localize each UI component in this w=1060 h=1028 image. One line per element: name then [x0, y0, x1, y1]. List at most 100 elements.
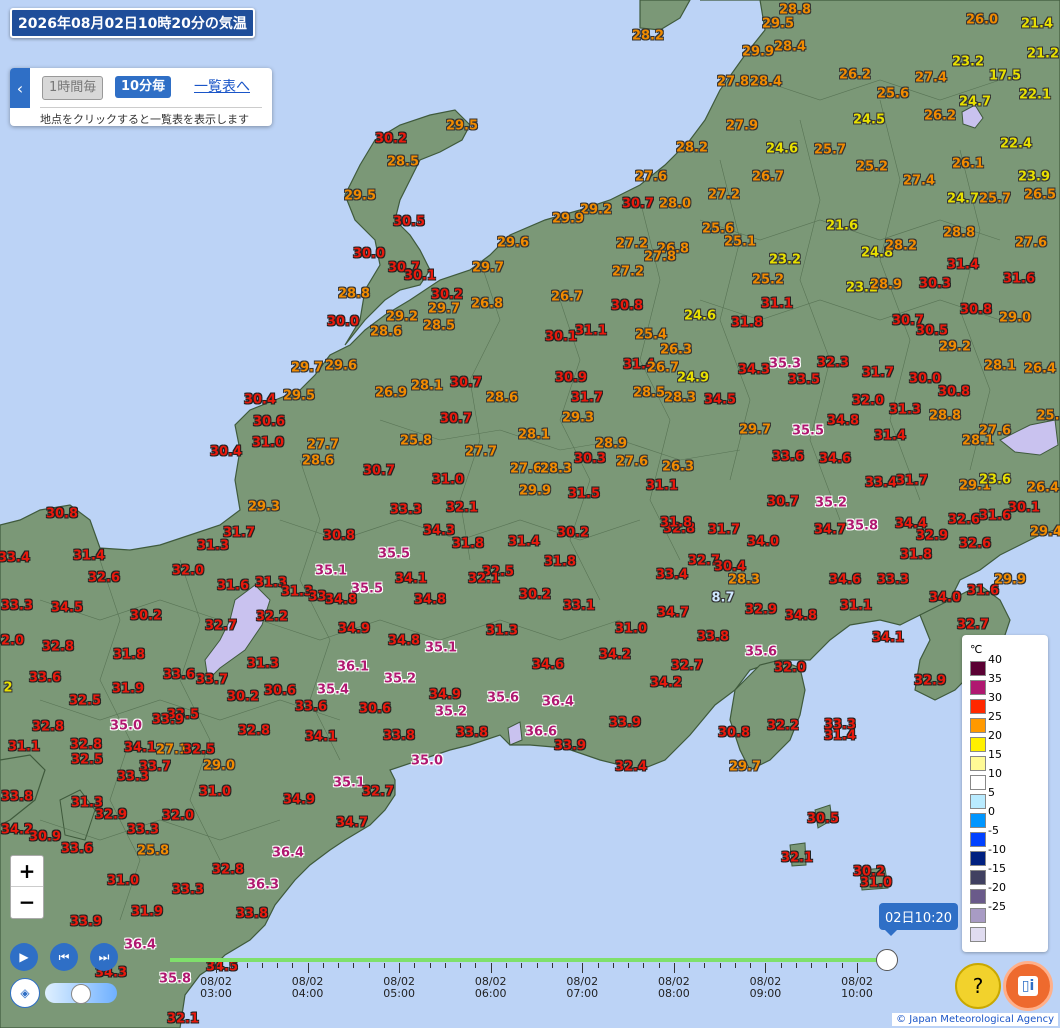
- station-temperature[interactable]: 26.7: [752, 170, 784, 185]
- station-temperature[interactable]: 34.8: [785, 609, 817, 624]
- station-temperature[interactable]: 28.6: [370, 325, 402, 340]
- compass-button[interactable]: ◈: [10, 978, 40, 1008]
- station-temperature[interactable]: 34.3: [423, 524, 455, 539]
- station-temperature[interactable]: 30.2: [130, 609, 162, 624]
- station-temperature[interactable]: 32.0: [172, 564, 204, 579]
- station-temperature[interactable]: 34.8: [388, 634, 420, 649]
- station-temperature[interactable]: 30.5: [916, 324, 948, 339]
- station-temperature[interactable]: 34.0: [929, 591, 961, 606]
- station-temperature[interactable]: 35.2: [815, 496, 847, 511]
- station-temperature[interactable]: 33.6: [29, 671, 61, 686]
- station-temperature[interactable]: 35.3: [769, 357, 801, 372]
- station-temperature[interactable]: 30.8: [938, 385, 970, 400]
- station-temperature[interactable]: 25.4: [635, 328, 667, 343]
- station-temperature[interactable]: 21.2: [1027, 47, 1059, 62]
- station-temperature[interactable]: 27.7: [307, 438, 339, 453]
- station-temperature[interactable]: 33.8: [383, 729, 415, 744]
- station-temperature[interactable]: 30.0: [353, 247, 385, 262]
- station-temperature[interactable]: 32.8: [42, 640, 74, 655]
- station-temperature[interactable]: 34.9: [283, 793, 315, 808]
- station-temperature[interactable]: 32.6: [88, 571, 120, 586]
- station-temperature[interactable]: 25.: [1036, 409, 1059, 424]
- station-temperature[interactable]: 30.9: [555, 371, 587, 386]
- station-temperature[interactable]: 33.9: [152, 713, 184, 728]
- station-temperature[interactable]: 30.7: [622, 197, 654, 212]
- station-temperature[interactable]: 31.0: [252, 436, 284, 451]
- station-temperature[interactable]: 26.9: [375, 386, 407, 401]
- station-temperature[interactable]: 30.0: [327, 315, 359, 330]
- station-temperature[interactable]: 32.5: [183, 743, 215, 758]
- station-temperature[interactable]: 30.3: [574, 452, 606, 467]
- station-temperature[interactable]: 32.0: [0, 634, 24, 649]
- station-temperature[interactable]: 28.6: [486, 391, 518, 406]
- station-temperature[interactable]: 36.4: [542, 695, 574, 710]
- station-temperature[interactable]: 34.1: [305, 730, 337, 745]
- station-temperature[interactable]: 29.0: [203, 759, 235, 774]
- station-temperature[interactable]: 28.3: [728, 573, 760, 588]
- station-temperature[interactable]: 33.8: [236, 907, 268, 922]
- station-temperature[interactable]: 33.3: [117, 770, 149, 785]
- station-temperature[interactable]: 34.6: [829, 573, 861, 588]
- station-temperature[interactable]: 32.2: [767, 719, 799, 734]
- station-temperature[interactable]: 28.8: [929, 409, 961, 424]
- station-temperature[interactable]: 23.9: [1018, 170, 1050, 185]
- station-temperature[interactable]: 32.1: [781, 851, 813, 866]
- station-temperature[interactable]: 2: [3, 681, 12, 696]
- station-temperature[interactable]: 30.0: [909, 372, 941, 387]
- station-temperature[interactable]: 29.6: [497, 236, 529, 251]
- station-temperature[interactable]: 32.5: [69, 694, 101, 709]
- station-temperature[interactable]: 32.9: [95, 808, 127, 823]
- station-temperature[interactable]: 29.3: [248, 500, 280, 515]
- station-temperature[interactable]: 27.4: [915, 71, 947, 86]
- station-temperature[interactable]: 28.5: [387, 155, 419, 170]
- station-temperature[interactable]: 30.8: [960, 303, 992, 318]
- station-temperature[interactable]: 34.7: [814, 523, 846, 538]
- station-temperature[interactable]: 28.0: [659, 197, 691, 212]
- station-temperature[interactable]: 29.4: [1030, 525, 1060, 540]
- station-temperature[interactable]: 29.7: [291, 361, 323, 376]
- temperature-map[interactable]: [0, 0, 1060, 1028]
- station-temperature[interactable]: 31.3: [247, 657, 279, 672]
- station-temperature[interactable]: 29.6: [325, 359, 357, 374]
- station-temperature[interactable]: 29.3: [562, 411, 594, 426]
- station-temperature[interactable]: 30.6: [264, 684, 296, 699]
- station-temperature[interactable]: 34.7: [336, 816, 368, 831]
- station-temperature[interactable]: 29.2: [580, 203, 612, 218]
- station-temperature[interactable]: 34.5: [51, 601, 83, 616]
- station-temperature[interactable]: 23.2: [769, 253, 801, 268]
- station-temperature[interactable]: 31.4: [874, 429, 906, 444]
- station-temperature[interactable]: 36.3: [247, 878, 279, 893]
- zoom-in-button[interactable]: +: [11, 856, 43, 887]
- station-temperature[interactable]: 31.8: [731, 316, 763, 331]
- station-temperature[interactable]: 33.1: [563, 599, 595, 614]
- station-temperature[interactable]: 32.8: [32, 720, 64, 735]
- station-temperature[interactable]: 17.5: [989, 69, 1021, 84]
- station-temperature[interactable]: 33.7: [196, 673, 228, 688]
- station-temperature[interactable]: 30.7: [450, 376, 482, 391]
- station-temperature[interactable]: 32.6: [948, 513, 980, 528]
- station-temperature[interactable]: 28.9: [595, 437, 627, 452]
- station-temperature[interactable]: 33.3: [127, 823, 159, 838]
- station-temperature[interactable]: 35.8: [846, 519, 878, 534]
- station-temperature[interactable]: 34.0: [747, 535, 779, 550]
- station-temperature[interactable]: 29.2: [386, 310, 418, 325]
- station-temperature[interactable]: 28.3: [540, 462, 572, 477]
- station-temperature[interactable]: 25.8: [400, 434, 432, 449]
- station-temperature[interactable]: 31.7: [708, 523, 740, 538]
- station-temperature[interactable]: 30.2: [519, 588, 551, 603]
- station-temperature[interactable]: 33.6: [61, 842, 93, 857]
- station-temperature[interactable]: 34.2: [650, 676, 682, 691]
- station-temperature[interactable]: 31.9: [131, 905, 163, 920]
- station-temperature[interactable]: 27.7: [465, 445, 497, 460]
- station-temperature[interactable]: 36.1: [337, 660, 369, 675]
- station-temperature[interactable]: 32.1: [446, 501, 478, 516]
- ten-minute-button[interactable]: 10分毎: [115, 76, 172, 98]
- station-temperature[interactable]: 26.0: [966, 13, 998, 28]
- timeline-knob[interactable]: [876, 949, 898, 971]
- station-temperature[interactable]: 30.5: [393, 215, 425, 230]
- station-temperature[interactable]: 26.7: [647, 361, 679, 376]
- station-temperature[interactable]: 25.2: [856, 160, 888, 175]
- station-temperature[interactable]: 28.2: [885, 239, 917, 254]
- station-temperature[interactable]: 21.6: [826, 219, 858, 234]
- station-temperature[interactable]: 26.7: [551, 290, 583, 305]
